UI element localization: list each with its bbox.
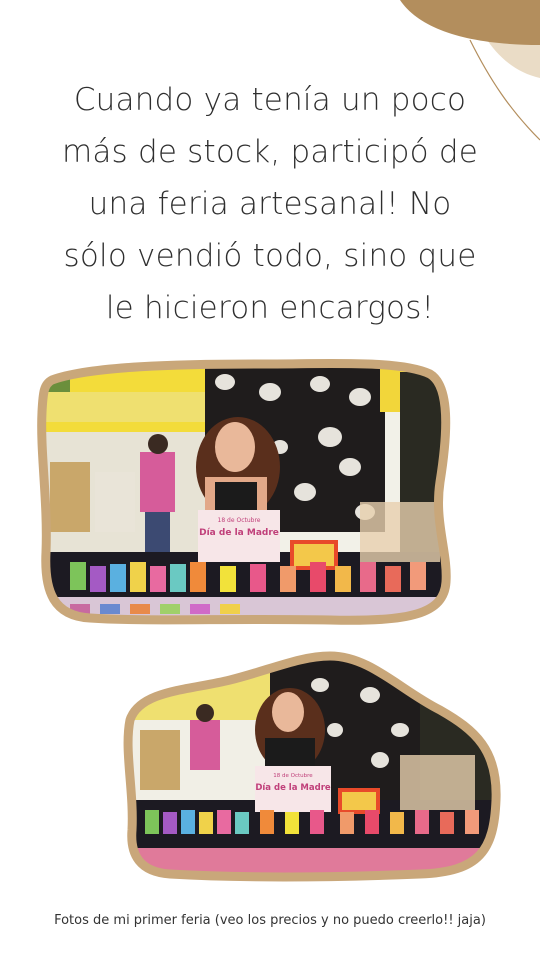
fair-photo-2: 18 de Octubre Día de la Madre — [123, 651, 501, 882]
photo-caption: Fotos de mi primer feria (veo los precio… — [54, 913, 486, 928]
story-text: Cuando ya tenía un poco más de stock, pa… — [40, 74, 500, 334]
story-line-4: sólo vendió todo, sino que — [63, 238, 477, 274]
poster-title-text-2: Día de la Madre — [255, 783, 331, 793]
story-line-2: más de stock, participó de — [61, 134, 479, 170]
story-line-1: Cuando ya tenía un poco — [73, 82, 467, 118]
fair-photo-1: 18 de Octubre Día de la Madre — [37, 358, 451, 625]
poster-title-text: Día de la Madre — [199, 528, 279, 538]
poster-date-text: 18 de Octubre — [218, 517, 261, 524]
story-line-3: una feria artesanal! No — [88, 186, 452, 222]
story-line-5: le hicieron encargos! — [105, 290, 435, 326]
corner-shape-gold — [400, 0, 540, 45]
poster-date-text-2: 18 de Octubre — [273, 773, 313, 779]
